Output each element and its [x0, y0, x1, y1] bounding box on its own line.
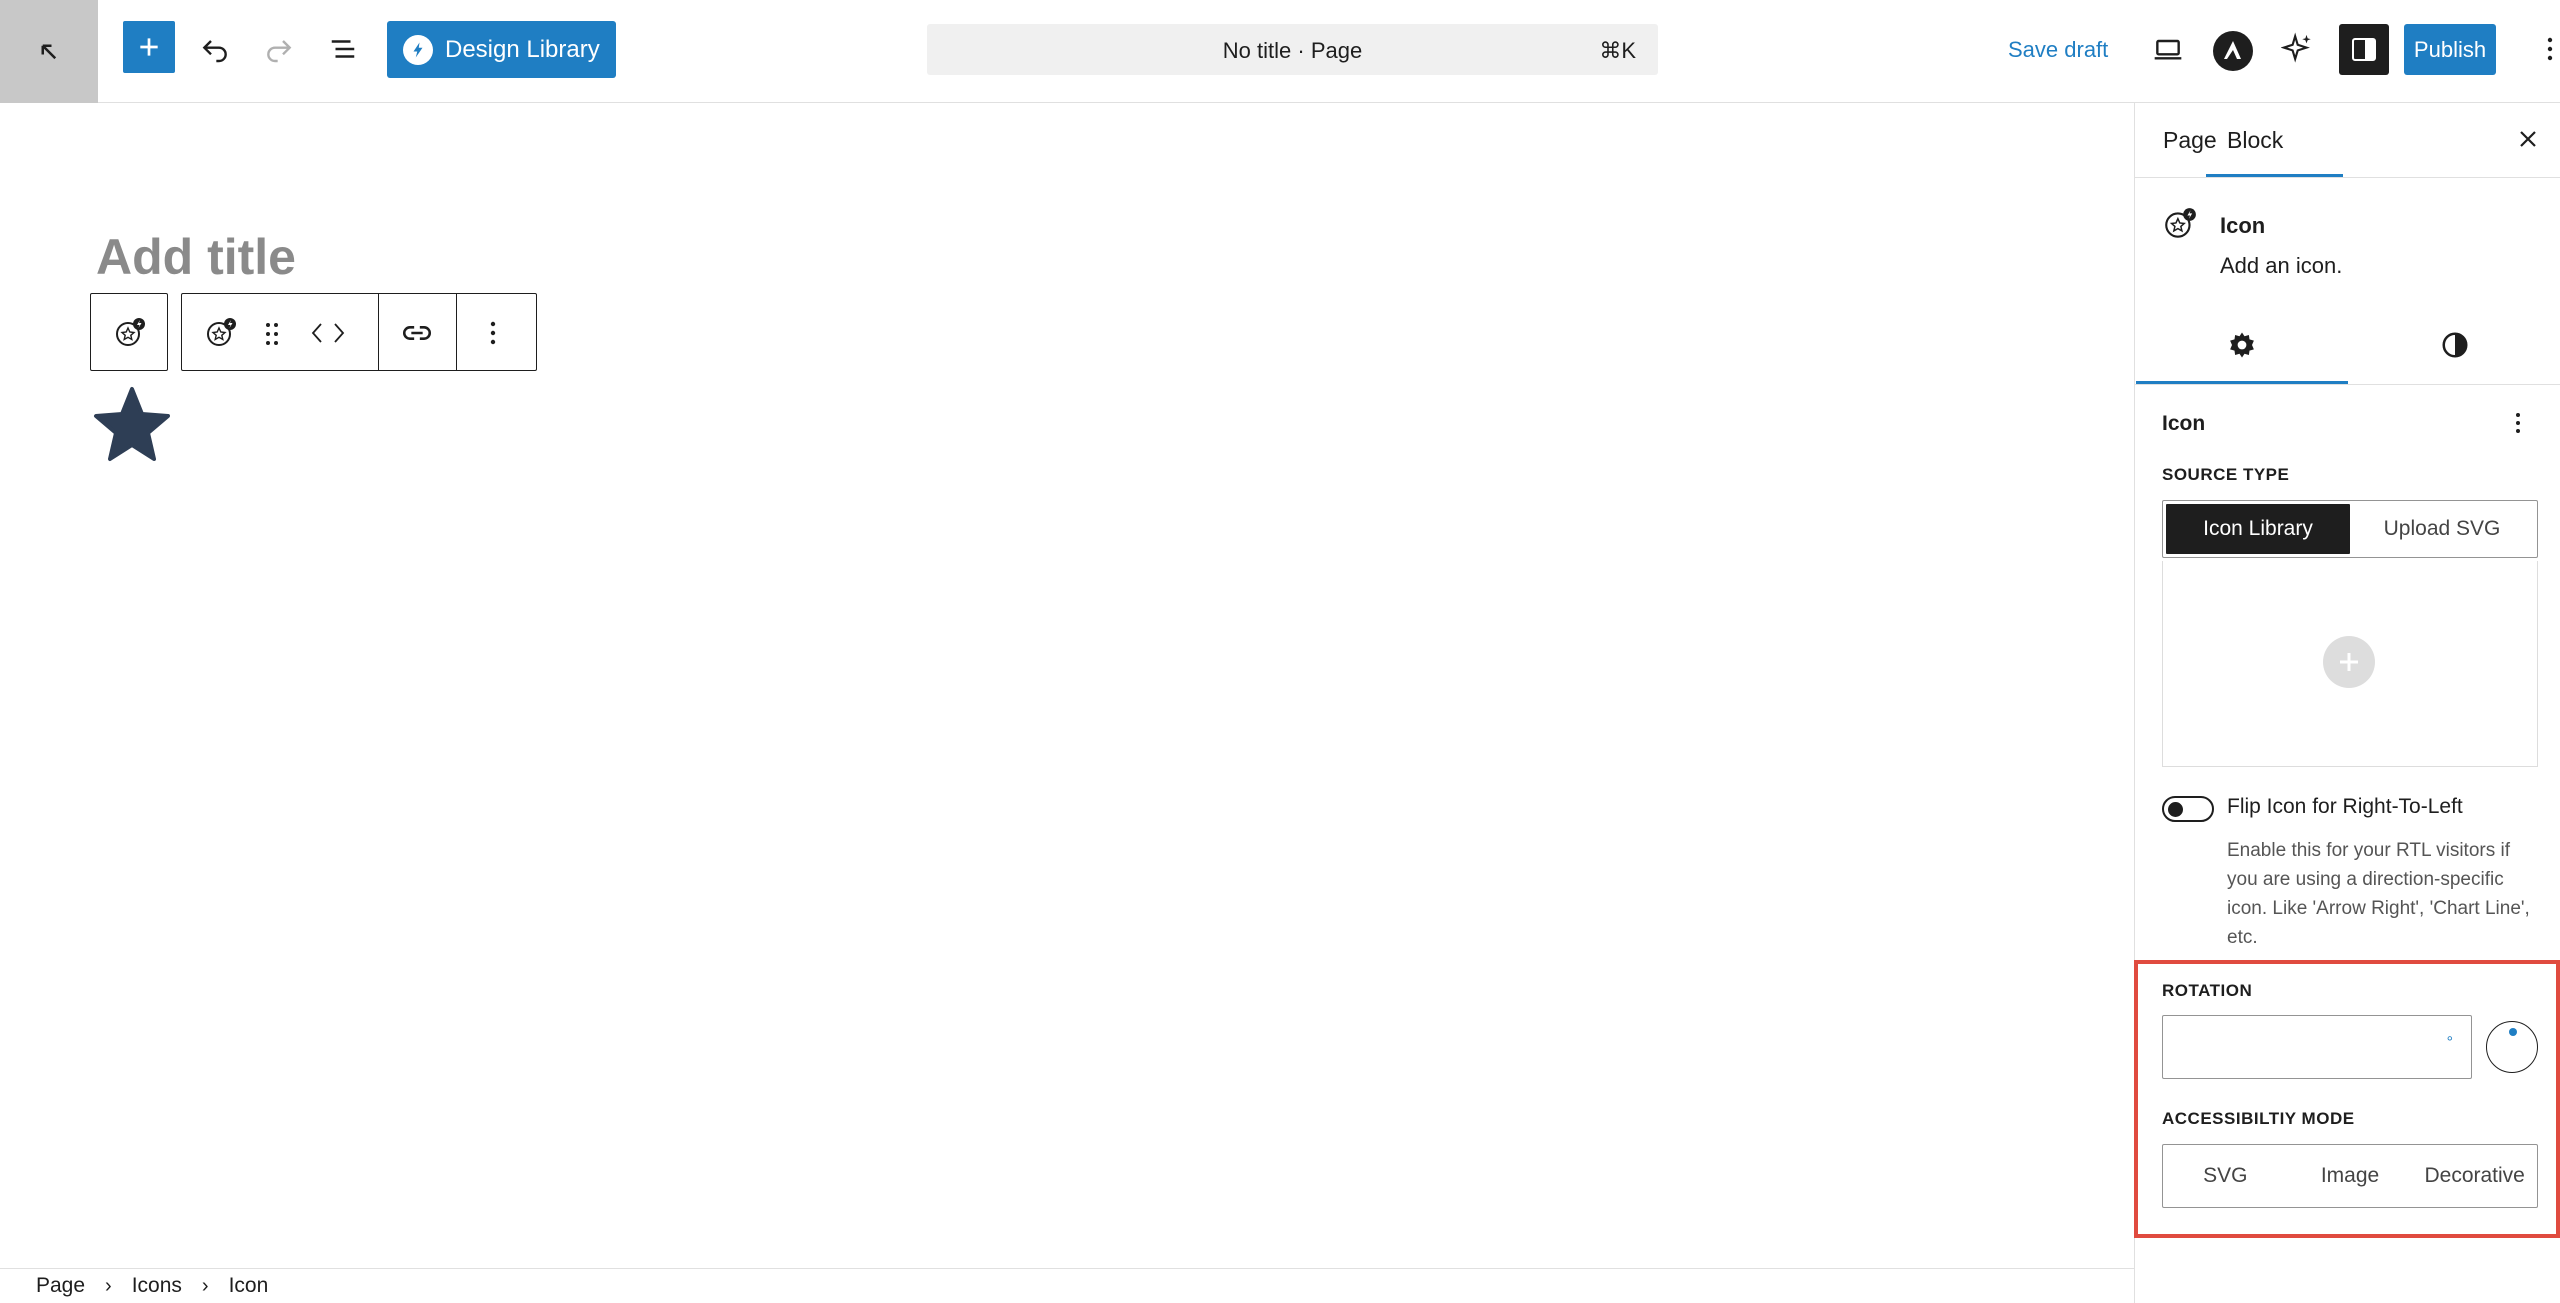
breadcrumb-item-icons[interactable]: Icons [132, 1274, 182, 1298]
plus-icon [2340, 653, 2358, 671]
kebab-menu-icon [2547, 37, 2553, 61]
icon-block-type-icon[interactable] [204, 316, 238, 350]
plus-icon [140, 38, 158, 56]
tab-block[interactable]: Block [2227, 103, 2283, 177]
tab-page[interactable]: Page [2163, 103, 2217, 177]
icon-panel-title[interactable]: Icon [2162, 412, 2205, 436]
astra-logo-icon [2224, 41, 2241, 59]
link-icon[interactable] [400, 316, 434, 350]
rotation-dial[interactable] [2486, 1021, 2538, 1073]
save-draft-button[interactable]: Save draft [2008, 37, 2108, 63]
redo-button[interactable] [259, 29, 299, 69]
source-upload-svg-option[interactable]: Upload SVG [2350, 504, 2534, 554]
flip-rtl-help-text: Enable this for your RTL visitors if you… [2227, 840, 2530, 948]
divider [2134, 384, 2560, 385]
ai-assistant-button[interactable] [2278, 29, 2318, 69]
arrow-up-left-icon [41, 44, 57, 59]
close-sidebar-button[interactable] [2516, 125, 2540, 159]
command-shortcut: ⌘K [1599, 38, 1636, 63]
accessibility-mode-label: ACCESSIBILTIY MODE [2162, 1109, 2355, 1128]
chevron-right-icon: › [201, 1274, 209, 1297]
gear-icon [2230, 332, 2254, 358]
degree-unit: ° [2446, 1034, 2453, 1051]
rotation-input[interactable]: ° [2162, 1015, 2472, 1079]
icon-block-icon [2165, 208, 2196, 238]
dial-indicator [2509, 1028, 2517, 1036]
block-inserter-button[interactable] [123, 21, 175, 73]
undo-icon [202, 40, 227, 63]
panel-options-button[interactable] [2506, 406, 2530, 440]
tab-styles[interactable] [2350, 310, 2560, 380]
toggle-knob [2168, 802, 2183, 817]
settings-sidebar-toggle[interactable] [2339, 24, 2389, 75]
post-title-input[interactable]: Add title [96, 228, 296, 286]
editor-topbar: Design Library No title · Page ⌘K Save d… [0, 0, 2560, 103]
active-tab-indicator [2206, 174, 2343, 177]
preview-button[interactable] [2148, 29, 2188, 69]
breadcrumb-item-page[interactable]: Page [36, 1274, 85, 1298]
astra-settings-button[interactable] [2213, 31, 2253, 71]
document-title: No title · Page [1222, 38, 1363, 63]
flip-rtl-label: Flip Icon for Right-To-Left [2227, 795, 2463, 818]
sidebar-icon [2352, 38, 2376, 61]
options-menu-button[interactable] [2540, 29, 2560, 69]
back-to-dashboard-button[interactable] [0, 0, 98, 103]
accessibility-decorative-option[interactable]: Decorative [2412, 1145, 2537, 1207]
breadcrumb-item-icon[interactable]: Icon [229, 1274, 269, 1298]
document-overview-button[interactable] [323, 29, 363, 69]
source-type-toggle: Icon Library Upload SVG [2162, 500, 2538, 558]
design-library-label: Design Library [445, 35, 600, 63]
block-card-description: Add an icon. [2220, 253, 2343, 278]
block-parent-selector[interactable] [90, 293, 168, 371]
icon-block-icon [116, 318, 145, 346]
block-toolbar [181, 293, 537, 371]
accessibility-mode-toggle: SVG Image Decorative [2162, 1144, 2538, 1208]
desktop-preview-icon [2154, 39, 2182, 60]
block-card-title: Icon [2220, 213, 2266, 238]
redo-icon [267, 40, 292, 63]
accessibility-image-option[interactable]: Image [2288, 1145, 2413, 1207]
source-icon-library-option[interactable]: Icon Library [2166, 504, 2350, 554]
command-palette-bar[interactable]: No title · Page ⌘K [927, 24, 1658, 75]
source-type-label: SOURCE TYPE [2162, 465, 2290, 484]
move-left-icon[interactable] [308, 320, 326, 346]
add-icon-button[interactable] [2323, 636, 2375, 688]
stackable-logo-icon [403, 34, 433, 65]
star-icon[interactable] [92, 385, 172, 465]
kebab-menu-icon [2516, 413, 2520, 433]
design-library-button[interactable]: Design Library [387, 21, 616, 78]
drag-handle-icon[interactable] [262, 320, 282, 348]
close-icon [2520, 131, 2536, 147]
contrast-icon [2442, 332, 2468, 358]
accessibility-svg-option[interactable]: SVG [2163, 1145, 2288, 1207]
block-breadcrumb: Page › Icons › Icon [0, 1268, 2134, 1303]
undo-button[interactable] [195, 29, 235, 69]
tab-settings[interactable] [2136, 310, 2348, 380]
publish-button[interactable]: Publish [2404, 24, 2496, 75]
move-right-icon[interactable] [330, 320, 348, 346]
rotation-label: ROTATION [2162, 981, 2253, 1000]
list-view-icon [331, 40, 355, 58]
sparkles-icon [2281, 32, 2311, 63]
chevron-right-icon: › [105, 1274, 112, 1297]
flip-rtl-toggle[interactable] [2162, 796, 2214, 822]
more-options-icon[interactable] [488, 318, 498, 348]
